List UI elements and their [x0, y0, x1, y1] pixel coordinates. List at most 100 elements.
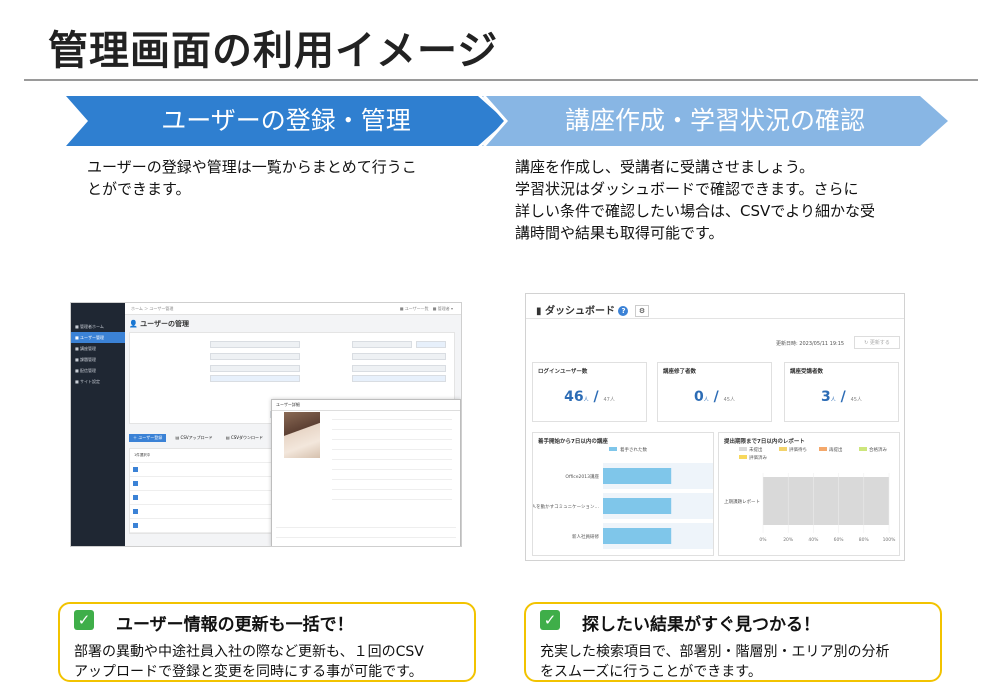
title-divider	[24, 79, 978, 81]
form-field	[210, 375, 300, 382]
table-row	[130, 505, 288, 519]
sidebar-item: ■ サイト設定	[75, 379, 101, 384]
description-line: 講座を作成し、受講者に受講させましょう。	[515, 158, 815, 176]
form-field	[210, 353, 300, 360]
detail-field	[332, 474, 452, 480]
callout-line: アップロードで登録と変更を同時にする事が可能です。	[74, 664, 423, 680]
table-row	[130, 477, 288, 491]
dashboard-screenshot: ▮ ダッシュボード ? ⚙ 更新日時: 2023/05/11 19:15 ↻ 更…	[525, 293, 905, 561]
table-row	[130, 463, 288, 477]
list-selection-label: 1件選択中	[130, 449, 288, 463]
detail-field	[332, 444, 452, 450]
kpi-label: 講座修了者数	[663, 369, 697, 375]
user-detail-modal: ユーザー詳細	[271, 399, 461, 546]
kpi-total: 45人	[723, 397, 735, 403]
tick-label: 100%	[883, 537, 897, 543]
row-checkbox	[133, 523, 138, 528]
callout-find-results: ✓ 探したい結果がすぐ見つかる！ 充実した検索項目で、部署別・階層別・エリア別の…	[524, 602, 942, 682]
recent-courses-panel: 着手開始から7日以内の講座 着手された数 Office2013講座 人を動かすコミュ…	[532, 432, 714, 556]
bar	[763, 477, 889, 525]
callout-heading: ユーザー情報の更新も一括で！	[116, 615, 354, 635]
description-line: 講時間や結果も取得可能です。	[515, 224, 724, 242]
csv-download-button: ▤ CSVダウンロード	[225, 435, 264, 440]
form-field	[210, 341, 300, 348]
kpi-total: 47人	[603, 397, 615, 403]
reports-panel: 提出期限まで7日以内のレポート 未提出 評価待ち 再提出 合格済み 評価済み 上期課題レポ…	[718, 432, 900, 556]
detail-field	[332, 484, 452, 490]
kpi-card: 講座修了者数 0人 / 45人	[657, 362, 772, 422]
page-title: 管理画面の利用イメージ	[48, 28, 499, 74]
legend-label: 合格済み	[869, 446, 887, 453]
sidebar-item: ■ 講座管理	[75, 346, 97, 351]
kpi-unit: 人	[583, 397, 589, 403]
banner-label: 講座作成・学習状況の確認	[564, 106, 865, 135]
recent-courses-chart: 着手された数 Office2013講座人を動かすコミュニケーション… 新人社員研修	[533, 446, 713, 549]
kpi-number: 0	[693, 389, 704, 405]
sidebar-item: ■ 管理者ホーム	[75, 324, 104, 329]
description-line: ユーザーの登録や管理は一覧からまとめて行うこ	[87, 158, 417, 176]
detail-field	[276, 532, 456, 538]
check-icon: ✓	[74, 610, 94, 630]
legend-label: 評価待ち	[789, 446, 807, 453]
reports-chart: 未提出 評価待ち 再提出 合格済み評価済み上期課題レポート 0% 20% 40% 60% 80%…	[724, 446, 897, 543]
detail-field	[332, 464, 452, 470]
form-field	[352, 353, 446, 360]
dashboard-divider	[526, 318, 904, 319]
modal-title: ユーザー詳細	[272, 400, 460, 411]
legend-swatch	[779, 447, 787, 451]
legend-label: 再提出	[829, 446, 843, 453]
description-line: とができます。	[87, 180, 191, 198]
legend-label: 未提出	[749, 446, 763, 453]
legend-swatch	[609, 447, 617, 451]
category-label: 人を動かすコミュニケーション…	[533, 503, 599, 510]
kpi-unit: 人	[830, 397, 836, 403]
callout-line: をスムーズに行うことができます。	[540, 664, 762, 680]
sidebar-item: ■ 課題管理	[75, 357, 97, 362]
banner-course-status: 講座作成・学習状況の確認	[482, 96, 948, 146]
bar	[603, 498, 672, 514]
kpi-total: 45人	[850, 397, 862, 403]
kpi-value: 3人 / 45人	[820, 389, 862, 405]
callout-line: 充実した検索項目で、部署別・階層別・エリア別の分析	[540, 644, 890, 660]
dashboard-heading: ▮ ダッシュボード ? ⚙	[536, 302, 649, 317]
user-action-buttons: ＋ ユーザー登録 ▤ CSVアップロード ▤ CSVダウンロード	[129, 434, 271, 442]
refresh-button: ↻ 更新する	[854, 336, 900, 349]
callout-bulk-update: ✓ ユーザー情報の更新も一括で！ 部署の異動や中途社員入社の際など更新も、１回の…	[58, 602, 476, 682]
kpi-value: 46人 / 47人	[564, 389, 615, 405]
detail-field	[276, 522, 456, 528]
updated-timestamp: 更新日時: 2023/05/11 19:15	[776, 341, 845, 347]
legend-label: 評価済み	[749, 454, 767, 461]
user-management-description: ユーザーの登録や管理は一覧からまとめて行うこ とができます。	[87, 156, 487, 200]
detail-field	[332, 414, 452, 420]
kpi-card: ログインユーザー数 46人 / 47人	[532, 362, 647, 422]
user-list-table: 1件選択中	[129, 448, 289, 534]
user-photo	[284, 412, 320, 458]
kpi-card: 講座受講者数 3人 / 45人	[784, 362, 899, 422]
callout-body: 充実した検索項目で、部署別・階層別・エリア別の分析 をスムーズに行うことができま…	[540, 642, 889, 682]
tick-label: 0%	[759, 537, 767, 543]
gear-icon: ⚙	[634, 305, 649, 317]
kpi-unit: 人	[703, 397, 709, 403]
bar	[603, 468, 672, 484]
detail-field	[332, 454, 452, 460]
kpi-value: 0人 / 45人	[693, 389, 735, 405]
csv-upload-button: ▤ CSVアップロード	[175, 435, 213, 440]
tick-label: 20%	[783, 537, 794, 543]
legend-swatch	[819, 447, 827, 451]
detail-field	[332, 434, 452, 440]
chart-bars-icon: ▮	[536, 306, 542, 317]
form-field	[416, 341, 446, 348]
banner-user-management: ユーザーの登録・管理	[66, 96, 506, 146]
user-admin-screenshot: ■ 管理者ホーム ■ ユーザー管理 ■ 講座管理 ■ 課題管理 ■ 配信管理 ■…	[70, 302, 462, 547]
category-label: 新人社員研修	[572, 533, 599, 540]
callout-body: 部署の異動や中途社員入社の際など更新も、１回のCSV アップロードで登録と変更を…	[74, 642, 424, 682]
check-icon: ✓	[540, 610, 560, 630]
kpi-label: ログインユーザー数	[538, 369, 588, 375]
admin-topbar: ホーム ＞ ユーザー管理 ■ ユーザー一覧 ■ 管理者 ▾	[125, 303, 461, 315]
form-field	[210, 365, 300, 372]
callout-line: 部署の異動や中途社員入社の際など更新も、１回のCSV	[74, 644, 424, 660]
detail-field	[332, 494, 452, 500]
category-label: Office2013講座	[565, 473, 599, 480]
form-field	[352, 375, 446, 382]
refresh-label: 更新する	[869, 340, 890, 346]
